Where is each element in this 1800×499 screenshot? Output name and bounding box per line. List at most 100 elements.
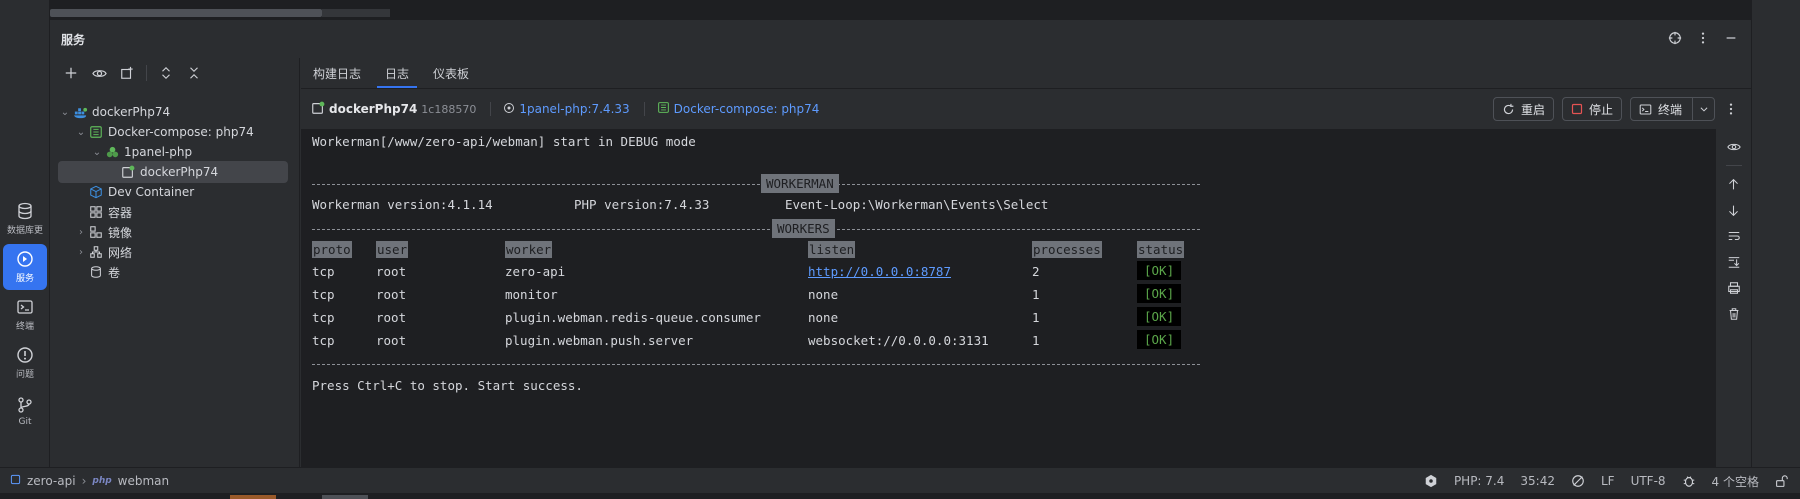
tree-item-volumes[interactable]: 卷 [58, 261, 288, 283]
debug-icon[interactable] [1682, 474, 1696, 488]
eye-icon[interactable] [1725, 139, 1743, 155]
activity-problems[interactable]: 问题 [3, 340, 47, 386]
chevron-down-icon[interactable] [1692, 98, 1714, 120]
soft-wrap-icon[interactable] [1725, 228, 1743, 244]
horizontal-scrollbar[interactable] [50, 9, 322, 17]
cell-listen: none [808, 287, 839, 302]
trash-icon[interactable] [1725, 306, 1743, 322]
status-indicators: PHP: 7.4 35:42 LF UTF-8 4 个空格 [1424, 468, 1788, 494]
lock-open-icon[interactable] [1775, 474, 1788, 488]
cell-proto: tcp [312, 287, 335, 302]
cell-worker: plugin.webman.redis-queue.consumer [505, 310, 761, 325]
crumb-container[interactable]: dockerPhp74 1c188570 [311, 101, 476, 118]
status-ok-badge: [OK] [1137, 284, 1182, 303]
plugin-icon[interactable] [1424, 474, 1438, 488]
print-icon[interactable] [1725, 280, 1743, 296]
tree-item-images[interactable]: › 镜像 [58, 221, 288, 243]
volume-icon [88, 264, 104, 280]
chevron-right-icon[interactable]: › [74, 247, 88, 258]
cell-worker: monitor [505, 287, 558, 302]
status-php-level[interactable]: PHP: 7.4 [1454, 474, 1504, 488]
listen-url-link[interactable]: http://0.0.0.0:8787 [808, 264, 951, 279]
status-ok-badge: [OK] [1137, 330, 1182, 349]
cell-listen: websocket://0.0.0.0:3131 [808, 333, 989, 348]
status-cursor-position[interactable]: 35:42 [1520, 474, 1555, 488]
chevron-down-icon[interactable]: ⌄ [58, 107, 72, 118]
database-icon [18, 202, 32, 220]
chevron-down-icon[interactable]: ⌄ [90, 147, 104, 158]
tree-item-docker[interactable]: ⌄ dockerPhp74 [58, 101, 288, 123]
view-options-button[interactable] [88, 62, 110, 84]
status-indent[interactable]: 4 个空格 [1712, 473, 1759, 490]
status-module[interactable]: webman [118, 474, 169, 488]
new-group-button[interactable] [116, 62, 138, 84]
activity-label: 终端 [15, 322, 34, 332]
collapse-all-icon [190, 67, 198, 79]
chevron-right-icon[interactable]: › [74, 227, 88, 238]
tree-item-container-selected[interactable]: dockerPhp74 [58, 161, 288, 183]
tree-toolbar [50, 58, 299, 88]
status-line-separator[interactable]: LF [1601, 474, 1615, 488]
status-breadcrumb: zero-api › php webman [0, 474, 169, 488]
scroll-to-end-icon[interactable] [1725, 254, 1743, 270]
tree-item-compose[interactable]: ⌄ Docker-compose: php74 [58, 121, 288, 143]
log-line-success: Press Ctrl+C to stop. Start success. [312, 378, 583, 393]
activity-git[interactable]: Git [3, 388, 47, 434]
status-encoding[interactable]: UTF-8 [1631, 474, 1666, 488]
chevron-down-icon[interactable]: ⌄ [74, 127, 88, 138]
activity-services[interactable]: 服务 [3, 244, 47, 290]
tree-item-containers[interactable]: 容器 [58, 201, 288, 223]
cell-processes: 1 [1032, 310, 1040, 325]
tab-log[interactable]: 日志 [373, 58, 421, 88]
collapse-all-button[interactable] [183, 62, 205, 84]
log-divider [312, 229, 1200, 230]
more-actions-icon[interactable] [1723, 97, 1739, 121]
more-options-icon[interactable] [1695, 30, 1711, 46]
terminal-button[interactable]: 终端 [1629, 97, 1715, 121]
status-ok-badge: [OK] [1137, 261, 1182, 280]
cube-icon [88, 184, 104, 200]
minimize-icon[interactable] [1723, 30, 1739, 46]
tree-item-label: 容器 [108, 205, 133, 220]
no-inspection-icon[interactable] [1571, 474, 1585, 488]
restart-button[interactable]: 重启 [1492, 97, 1554, 121]
terminal-label: 终端 [1657, 102, 1682, 117]
col-header-status: status [1137, 241, 1185, 258]
banner-workerman: WORKERMAN [761, 174, 839, 193]
activity-label: Git [18, 416, 32, 427]
service-detail-panel: 构建日志 日志 仪表板 dockerPhp74 1c188570 1panel-… [301, 58, 1751, 467]
chevron-right-icon: › [81, 473, 87, 488]
arrow-down-icon[interactable] [1725, 202, 1743, 218]
add-service-button[interactable] [60, 62, 82, 84]
log-event-loop: Event-Loop:\Workerman\Events\Select [785, 197, 1049, 212]
col-header-user: user [376, 241, 409, 258]
compose-link[interactable]: Docker-compose: php74 [674, 102, 820, 116]
image-link[interactable]: 1panel-php:7.4.33 [519, 102, 629, 116]
log-php-version: PHP version:7.4.33 [574, 197, 710, 212]
cell-proto: tcp [312, 333, 335, 348]
right-tool-strip [1751, 0, 1800, 467]
cell-user: root [376, 333, 407, 348]
tool-window-title: 服务 [61, 33, 86, 47]
activity-database[interactable]: 数据库更 [3, 196, 47, 242]
plus-icon [65, 67, 77, 79]
crosshair-icon[interactable] [1667, 30, 1683, 46]
log-divider [312, 184, 1200, 185]
activity-terminal[interactable]: 终端 [3, 292, 47, 338]
stop-button[interactable]: 停止 [1561, 97, 1622, 121]
crumb-compose[interactable]: Docker-compose: php74 [657, 101, 820, 117]
cell-listen-link[interactable]: http://0.0.0.0:8787 [808, 264, 951, 279]
expand-all-button[interactable] [155, 62, 177, 84]
tab-dashboard[interactable]: 仪表板 [421, 58, 481, 88]
tree-item-networks[interactable]: › 网络 [58, 241, 288, 263]
compose-icon [657, 101, 670, 117]
cell-processes: 2 [1032, 264, 1040, 279]
tree-item-dev-container[interactable]: Dev Container [58, 181, 288, 203]
status-project[interactable]: zero-api [27, 474, 76, 488]
tab-build-log[interactable]: 构建日志 [301, 58, 373, 88]
arrow-up-icon[interactable] [1725, 176, 1743, 192]
tree-item-label: Dev Container [108, 185, 195, 199]
crumb-image[interactable]: 1panel-php:7.4.33 [503, 102, 630, 117]
tree-item-1panel-php[interactable]: ⌄ 1panel-php [58, 141, 288, 163]
log-console[interactable]: Workerman[/www/zero-api/webman] start in… [301, 129, 1716, 467]
